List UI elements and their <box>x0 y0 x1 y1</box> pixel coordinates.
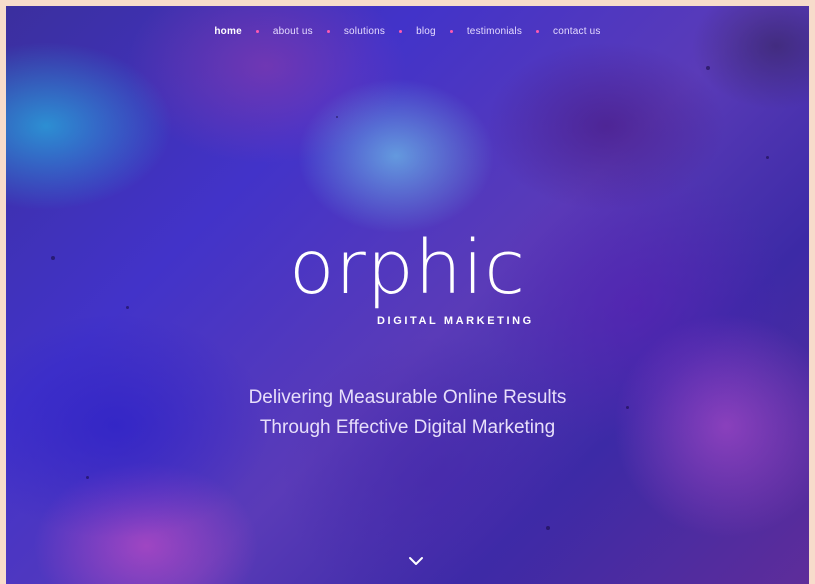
brand-logo: orphic DIGITAL MARKETING <box>6 225 809 327</box>
hero-section: home about us solutions blog testimonials con… <box>6 6 809 584</box>
nav-separator-dot <box>449 29 453 33</box>
nav-item-solutions[interactable]: solutions <box>344 26 385 37</box>
nav-item-about-us[interactable]: about us <box>273 26 313 37</box>
tagline-line-1: Delivering Measurable Online Results <box>248 387 567 408</box>
chevron-down-icon[interactable] <box>408 555 424 567</box>
nav-separator-dot <box>255 29 259 33</box>
paint-speck <box>86 476 89 479</box>
tagline-line-2: Through Effective Digital Marketing <box>259 417 556 438</box>
paint-speck <box>706 66 710 70</box>
logo-wordmark: orphic <box>289 225 526 311</box>
nav-separator-dot <box>536 29 540 33</box>
paint-speck <box>546 526 550 530</box>
logo-tagline: DIGITAL MARKETING <box>377 315 534 327</box>
nav-separator-dot <box>326 29 330 33</box>
nav-separator-dot <box>399 29 403 33</box>
paint-speck <box>336 116 338 118</box>
nav-item-blog[interactable]: blog <box>416 26 436 37</box>
hero-tagline: Delivering Measurable Online Results Thr… <box>6 383 809 443</box>
nav-item-testimonials[interactable]: testimonials <box>467 26 522 37</box>
nav-item-home[interactable]: home <box>214 26 241 37</box>
paint-speck <box>126 306 129 309</box>
main-nav: home about us solutions blog testimonials con… <box>6 26 809 37</box>
paint-speck <box>766 156 769 159</box>
nav-item-contact-us[interactable]: contact us <box>553 26 601 37</box>
